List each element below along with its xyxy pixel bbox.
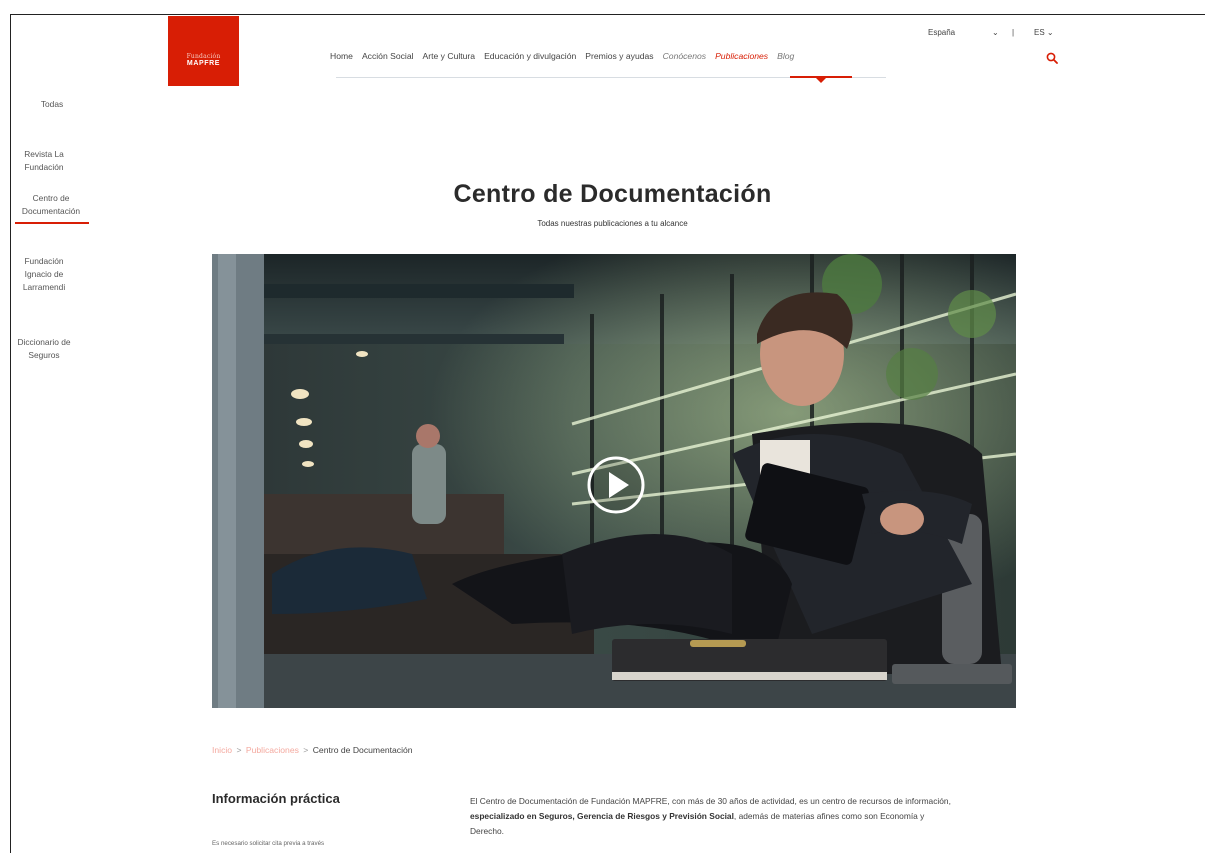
breadcrumb-current: Centro de Documentación [312,745,413,755]
sidebar-item-revista[interactable]: Revista La Fundación [14,148,74,174]
nav-item-publicaciones[interactable]: Publicaciones [715,51,768,61]
description-text-1: El Centro de Documentación de Fundación … [470,796,951,806]
logo-line-1: Fundación [186,53,221,60]
info-note: Es necesario solicitar cita previa a tra… [212,840,325,847]
page-title: Centro de Documentación [453,180,772,208]
description-bold: especializado en Seguros, Gerencia de Ri… [470,811,734,822]
breadcrumb-publicaciones[interactable]: Publicaciones [246,745,299,755]
main-navigation: Home Acción Social Arte y Cultura Educac… [330,51,794,61]
sidebar-item-larramendi[interactable]: Fundación Ignacio de Larramendi [13,255,75,294]
nav-item-premios[interactable]: Premios y ayudas [585,51,653,61]
nav-item-blog[interactable]: Blog [777,51,794,61]
page-subtitle: Todas nuestras publicaciones a tu alcanc… [537,219,688,228]
nav-item-educacion[interactable]: Educación y divulgación [484,51,576,61]
utility-divider: | [1012,28,1015,37]
breadcrumb: Inicio > Publicaciones > Centro de Docum… [212,745,413,755]
sidebar-item-diccionario[interactable]: Diccionario de Seguros [13,336,75,362]
language-selector[interactable]: ES ⌄ [1034,28,1054,37]
fundacion-mapfre-logo[interactable]: Fundación MAPFRE [168,16,239,86]
logo-line-2: MAPFRE [186,60,221,67]
breadcrumb-separator: > [303,745,309,755]
country-selector[interactable]: España [928,28,955,37]
sidebar-item-todas[interactable]: Todas [22,98,82,111]
nav-item-home[interactable]: Home [330,51,353,61]
nav-active-caret [816,78,826,83]
info-section-title: Información práctica [212,791,340,806]
breadcrumb-inicio[interactable]: Inicio [212,745,232,755]
nav-item-arte-cultura[interactable]: Arte y Cultura [423,51,476,61]
description-paragraph: El Centro de Documentación de Fundación … [470,794,960,839]
chevron-down-icon[interactable]: ⌄ [992,28,999,37]
breadcrumb-separator: > [236,745,242,755]
nav-item-accion-social[interactable]: Acción Social [362,51,414,61]
search-icon[interactable] [1046,52,1058,64]
play-button[interactable] [586,455,646,515]
nav-item-conocenos[interactable]: Conócenos [663,51,706,61]
